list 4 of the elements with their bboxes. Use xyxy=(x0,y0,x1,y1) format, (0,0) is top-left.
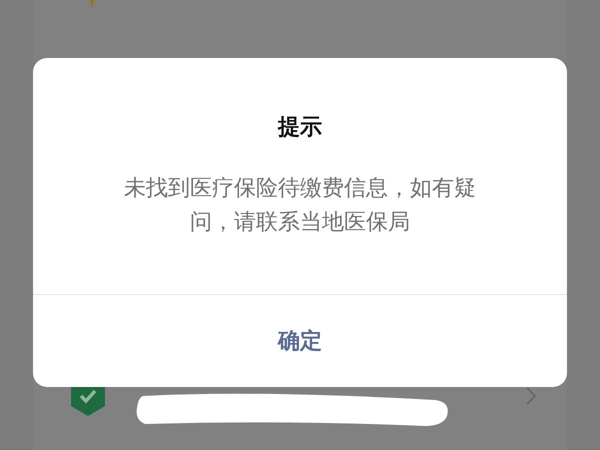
confirm-button[interactable]: 确定 xyxy=(33,295,567,387)
dialog-message: 未找到医疗保险待缴费信息，如有疑问，请联系当地医保局 xyxy=(123,175,477,237)
dialog-title: 提示 xyxy=(276,114,323,142)
chevron-right-icon xyxy=(525,386,537,406)
